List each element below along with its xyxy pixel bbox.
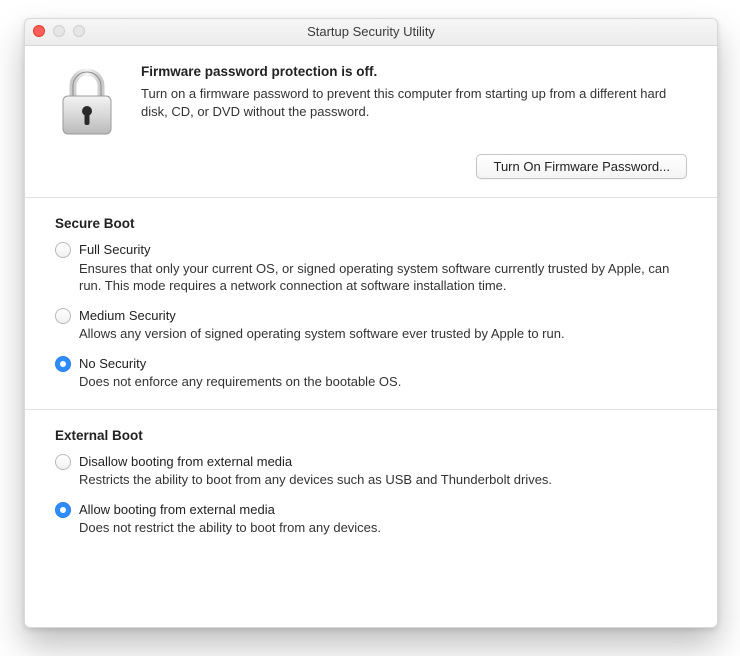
radio-desc: Allows any version of signed operating s… [79, 325, 687, 343]
lock-icon [55, 66, 119, 138]
radio-icon [55, 356, 71, 372]
window: Startup Security Utility [24, 18, 718, 628]
radio-full-security[interactable]: Full Security Ensures that only your cur… [55, 241, 687, 295]
radio-disallow-external[interactable]: Disallow booting from external media Res… [55, 453, 687, 489]
radio-label: Allow booting from external media [79, 501, 687, 519]
radio-desc: Restricts the ability to boot from any d… [79, 471, 687, 489]
firmware-desc: Turn on a firmware password to prevent t… [141, 85, 687, 120]
window-title: Startup Security Utility [307, 24, 435, 39]
external-boot-title: External Boot [55, 428, 687, 443]
radio-label: Full Security [79, 241, 687, 259]
firmware-section: Firmware password protection is off. Tur… [25, 46, 717, 198]
radio-icon [55, 502, 71, 518]
external-boot-section: External Boot Disallow booting from exte… [25, 410, 717, 555]
radio-desc: Does not restrict the ability to boot fr… [79, 519, 687, 537]
secure-boot-section: Secure Boot Full Security Ensures that o… [25, 198, 717, 410]
radio-icon [55, 242, 71, 258]
firmware-title: Firmware password protection is off. [141, 64, 687, 79]
window-body: Firmware password protection is off. Tur… [25, 46, 717, 555]
traffic-lights [33, 25, 85, 37]
radio-label: Medium Security [79, 307, 687, 325]
minimize-icon [53, 25, 65, 37]
titlebar: Startup Security Utility [25, 19, 717, 46]
secure-boot-title: Secure Boot [55, 216, 687, 231]
radio-label: Disallow booting from external media [79, 453, 687, 471]
radio-desc: Ensures that only your current OS, or si… [79, 260, 687, 295]
radio-no-security[interactable]: No Security Does not enforce any require… [55, 355, 687, 391]
radio-icon [55, 454, 71, 470]
radio-label: No Security [79, 355, 687, 373]
radio-medium-security[interactable]: Medium Security Allows any version of si… [55, 307, 687, 343]
turn-on-firmware-password-button[interactable]: Turn On Firmware Password... [476, 154, 687, 179]
close-icon[interactable] [33, 25, 45, 37]
radio-icon [55, 308, 71, 324]
zoom-icon [73, 25, 85, 37]
radio-allow-external[interactable]: Allow booting from external media Does n… [55, 501, 687, 537]
radio-desc: Does not enforce any requirements on the… [79, 373, 687, 391]
